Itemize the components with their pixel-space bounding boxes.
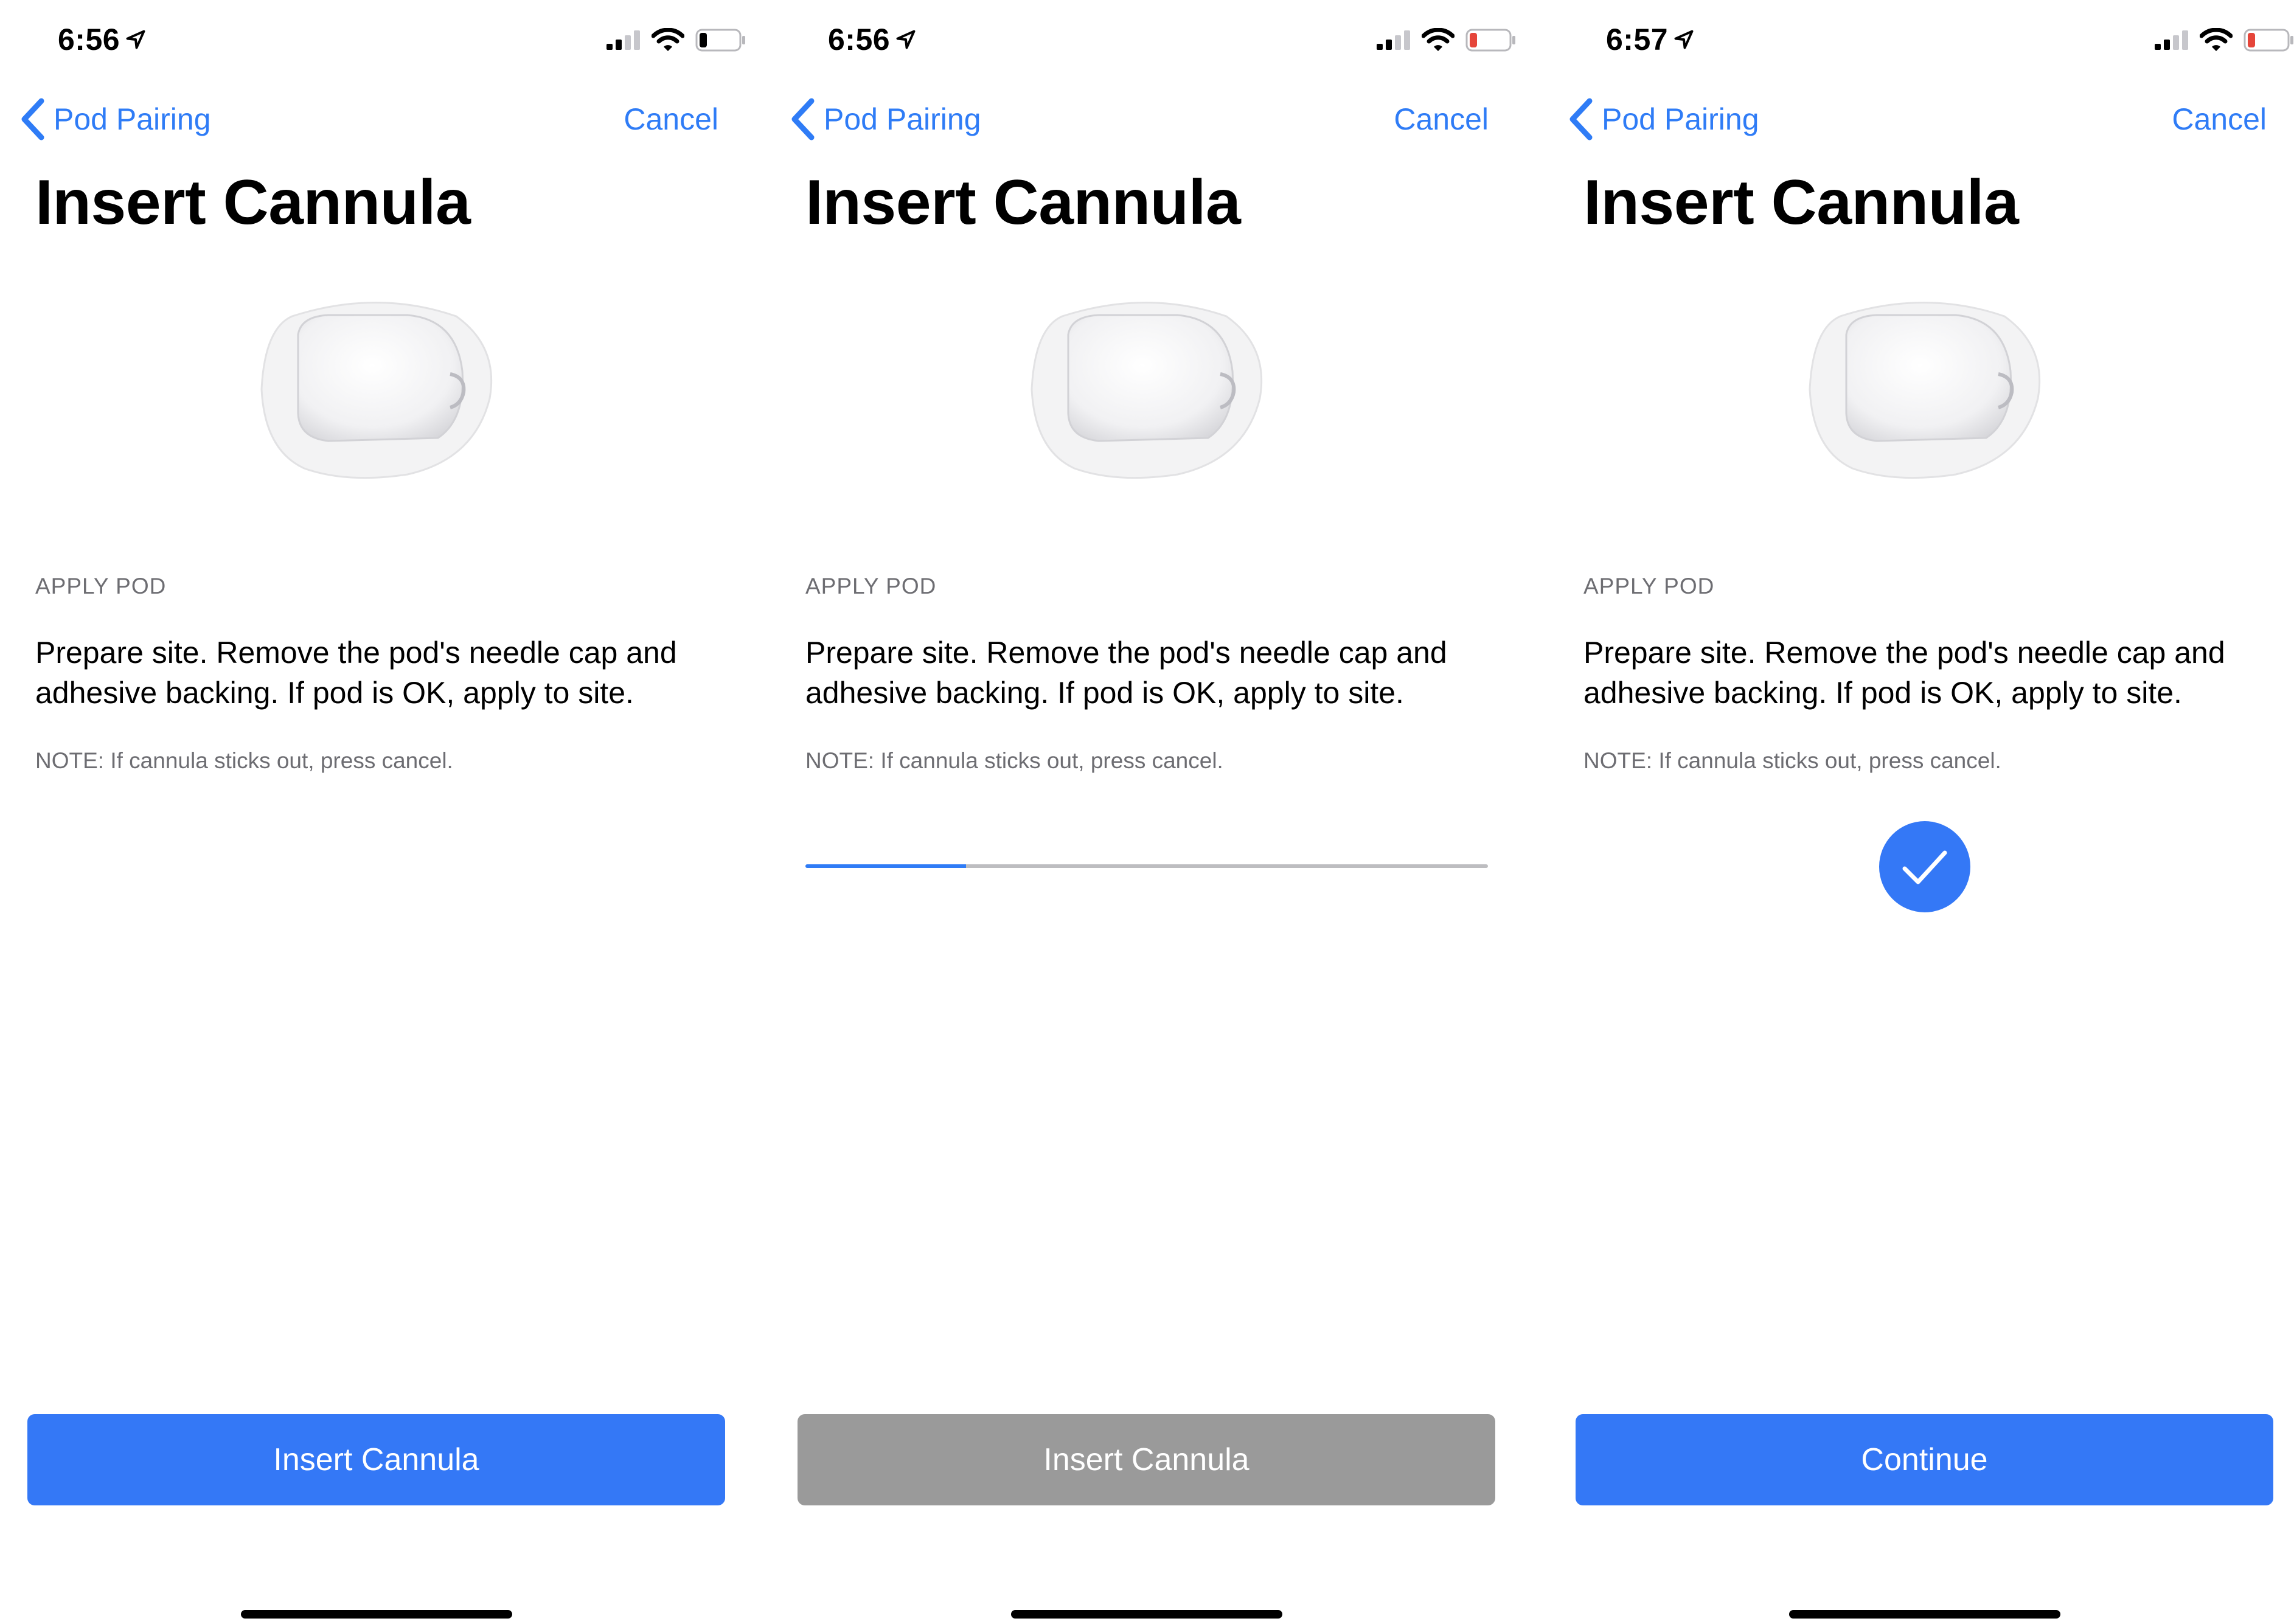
section-label: APPLY POD <box>1583 574 1715 599</box>
cancel-button[interactable]: Cancel <box>624 96 718 142</box>
instructions-text: Prepare site. Remove the pod's needle ca… <box>35 636 677 710</box>
chevron-left-icon <box>1569 98 1593 141</box>
insert-cannula-button[interactable]: Insert Cannula <box>27 1414 725 1505</box>
screen-insert-cannula-in-progress: 6:56 Pod Pairing Cancel Insert Cannula A… <box>770 0 1535 1624</box>
status-indicators <box>2155 23 2294 57</box>
wifi-icon <box>2200 28 2233 51</box>
pod-image <box>1809 302 2041 479</box>
back-button-label: Pod Pairing <box>1602 102 1759 136</box>
wifi-icon <box>652 28 684 51</box>
note-text: NOTE: If cannula sticks out, press cance… <box>1583 748 2001 773</box>
status-time: 6:56 <box>58 18 147 61</box>
section-label: APPLY POD <box>35 574 167 599</box>
screen-insert-cannula-complete: 6:57 Pod Pairing Cancel Insert Cannula A… <box>1548 0 2294 1624</box>
instructions-text: Prepare site. Remove the pod's needle ca… <box>1583 636 2225 710</box>
home-indicator[interactable] <box>1789 1610 2060 1619</box>
back-button-label: Pod Pairing <box>824 102 981 136</box>
cancel-button[interactable]: Cancel <box>2172 96 2267 142</box>
note-text: NOTE: If cannula sticks out, press cance… <box>35 748 453 773</box>
location-arrow-icon <box>896 30 916 49</box>
insert-cannula-button-disabled: Insert Cannula <box>798 1414 1495 1505</box>
progress-fill <box>805 864 966 868</box>
back-button[interactable]: Pod Pairing <box>19 96 211 142</box>
battery-icon <box>1465 29 1515 52</box>
home-indicator[interactable] <box>1011 1610 1282 1619</box>
chevron-left-icon <box>791 98 815 141</box>
continue-button[interactable]: Continue <box>1576 1414 2273 1505</box>
cancel-button[interactable]: Cancel <box>1394 96 1489 142</box>
insertion-progress-bar <box>805 864 1488 868</box>
cellular-signal-icon <box>2155 30 2188 50</box>
checkmark-circle-icon <box>1879 821 1970 912</box>
page-title: Insert Cannula <box>805 167 1241 238</box>
status-indicators <box>1377 23 1517 57</box>
pod-image <box>1031 302 1263 479</box>
note-text: NOTE: If cannula sticks out, press cance… <box>805 748 1223 773</box>
status-indicators <box>607 23 746 57</box>
page-title: Insert Cannula <box>1583 167 2019 238</box>
location-arrow-icon <box>126 30 145 49</box>
page-title: Insert Cannula <box>35 167 471 238</box>
battery-icon <box>2244 29 2293 52</box>
cellular-signal-icon <box>607 30 640 50</box>
section-label: APPLY POD <box>805 574 937 599</box>
instructions-text: Prepare site. Remove the pod's needle ca… <box>805 636 1447 710</box>
wifi-icon <box>1422 28 1455 51</box>
back-button[interactable]: Pod Pairing <box>1568 96 1759 142</box>
back-button-label: Pod Pairing <box>54 102 211 136</box>
pod-image <box>260 302 493 479</box>
screen-insert-cannula-ready: 6:56 Pod Pairing Cancel Insert Cannula A… <box>0 0 765 1624</box>
location-arrow-icon <box>1674 30 1694 49</box>
chevron-left-icon <box>21 98 44 141</box>
status-time: 6:57 <box>1606 18 1695 61</box>
status-time: 6:56 <box>828 18 917 61</box>
back-button[interactable]: Pod Pairing <box>790 96 981 142</box>
battery-icon <box>695 29 745 52</box>
home-indicator[interactable] <box>241 1610 512 1619</box>
cellular-signal-icon <box>1377 30 1410 50</box>
